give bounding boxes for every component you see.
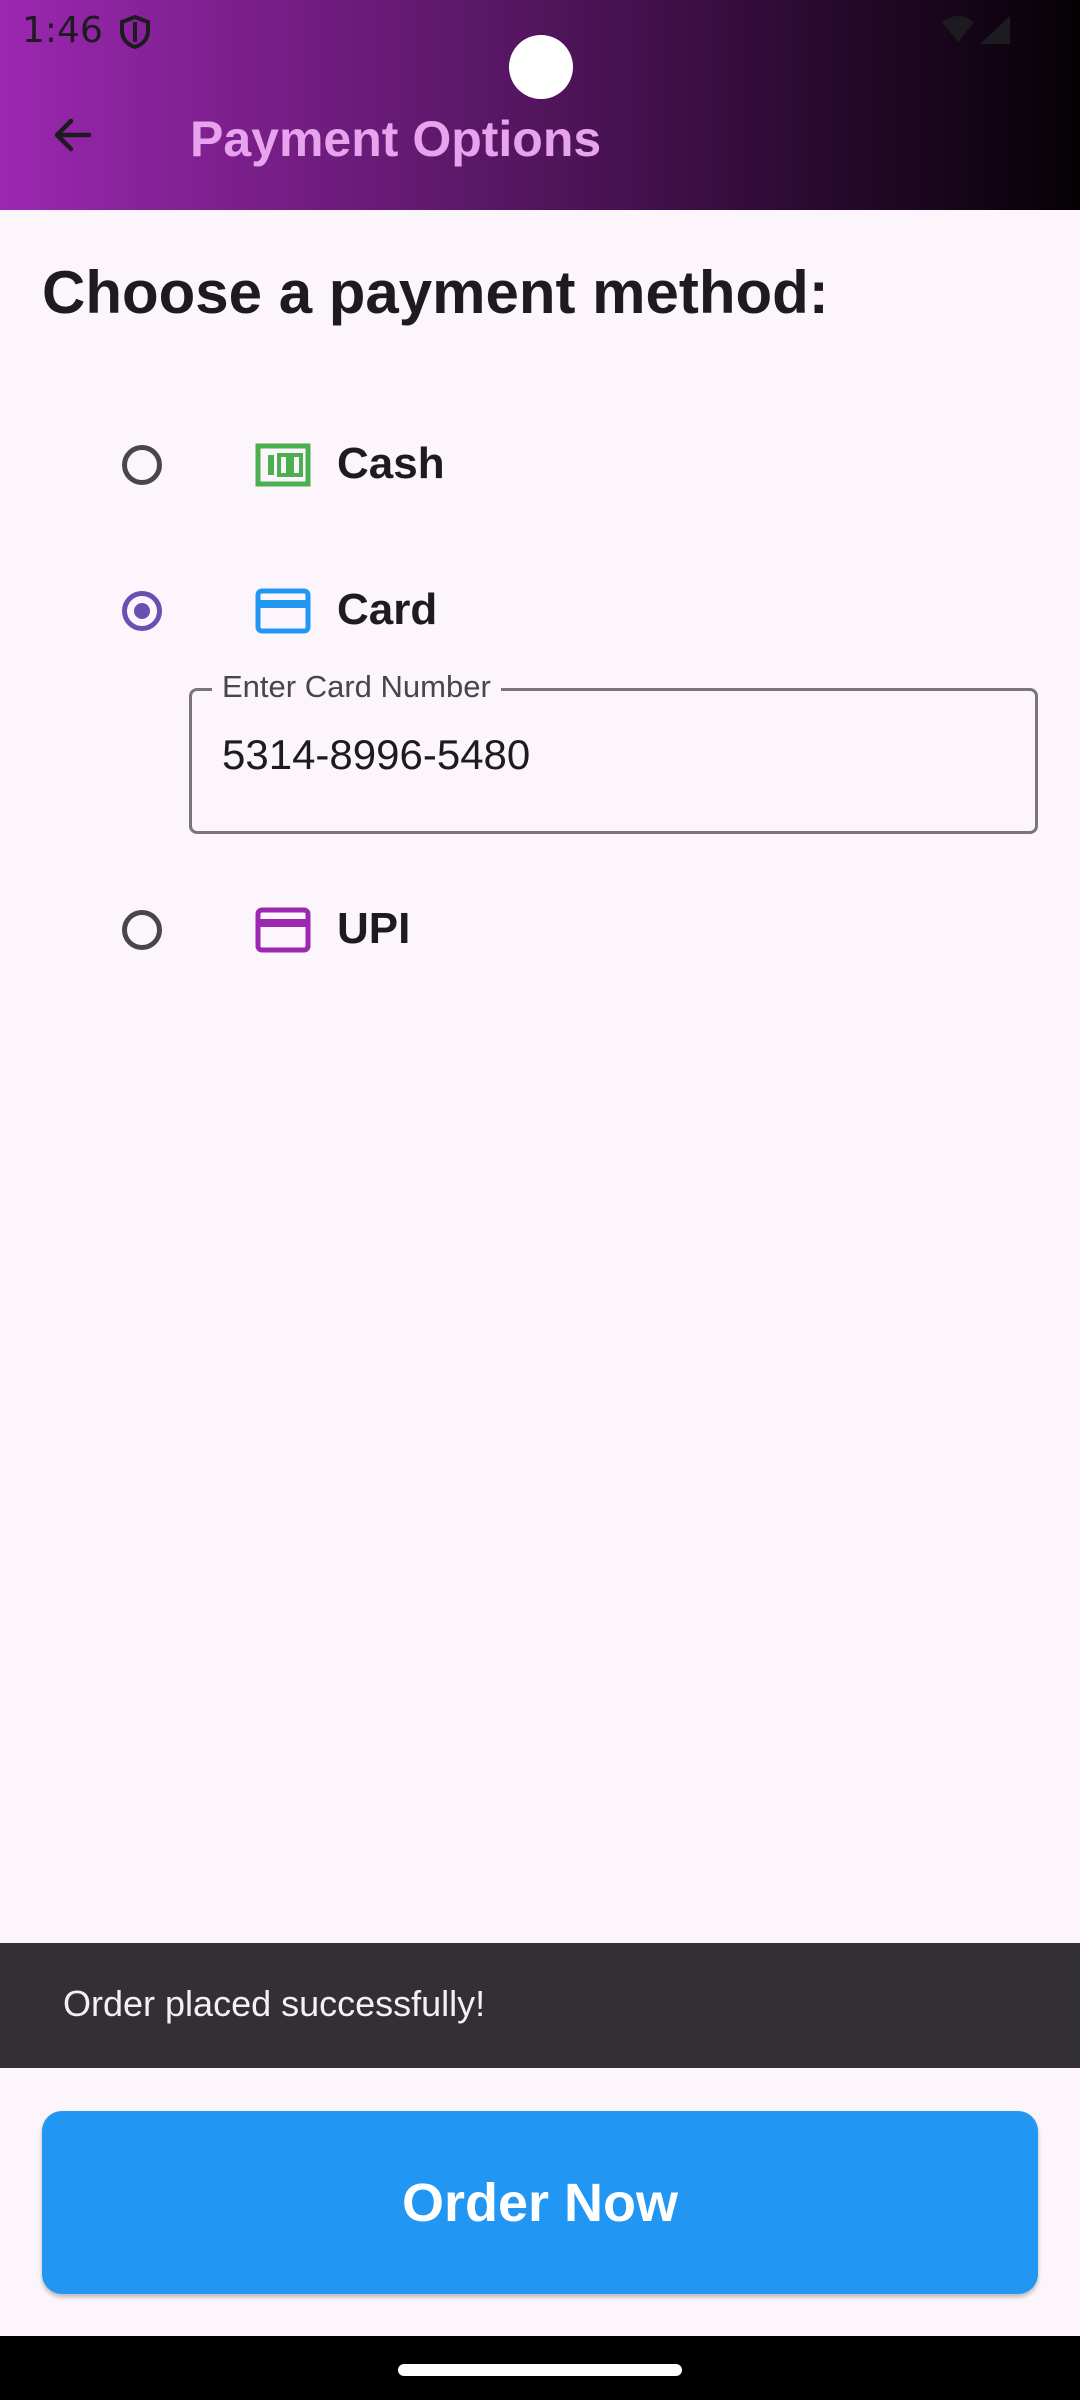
radio-upi[interactable] (122, 910, 162, 950)
wifi-icon (942, 16, 974, 42)
status-time: 1:46 (22, 10, 103, 51)
status-icons (940, 14, 1030, 46)
arrow-back-icon (54, 118, 92, 152)
card-number-label: Enter Card Number (212, 669, 501, 705)
snackbar: Order placed successfully! (0, 1943, 1080, 2068)
option-label-card: Card (337, 585, 438, 634)
payment-option-cash[interactable]: Cash (100, 415, 1000, 525)
navigation-bar (0, 2336, 1080, 2400)
snackbar-message: Order placed successfully! (63, 1983, 486, 2024)
card-number-input[interactable] (222, 731, 1002, 779)
radio-cash[interactable] (122, 445, 162, 485)
payment-option-card[interactable]: Card (100, 561, 1000, 671)
option-label-upi: UPI (337, 904, 411, 953)
app-bar: 1:46 Payment Options (0, 0, 1080, 210)
signal-icon (980, 16, 1010, 44)
credit-card-icon (255, 586, 311, 636)
order-now-button[interactable]: Order Now (42, 2111, 1038, 2294)
payment-options-screen: 1:46 Payment Options Choose a payment me… (0, 0, 1080, 2400)
option-label-cash: Cash (337, 439, 445, 488)
payment-option-upi[interactable]: UPI (100, 880, 1000, 990)
money-icon (255, 440, 311, 490)
card-number-field[interactable]: Enter Card Number (189, 669, 1038, 834)
section-heading: Choose a payment method: (42, 259, 829, 326)
page-title: Payment Options (190, 111, 602, 167)
shield-icon (118, 14, 152, 50)
credit-card-icon (255, 905, 311, 955)
home-handle[interactable] (398, 2364, 682, 2376)
radio-card[interactable] (122, 591, 162, 631)
camera-cutout (509, 35, 573, 99)
order-now-label: Order Now (401, 2172, 679, 2233)
back-button[interactable] (38, 100, 108, 170)
